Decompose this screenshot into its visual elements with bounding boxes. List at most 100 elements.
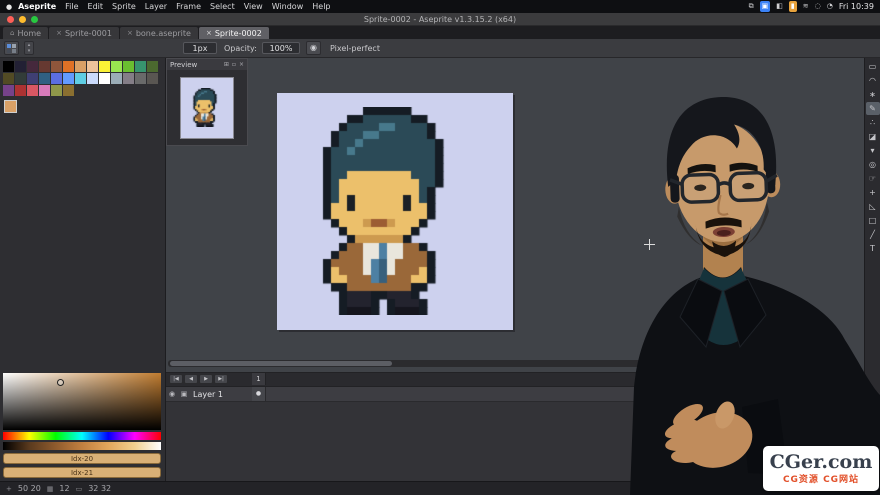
color-marker[interactable]: [57, 379, 64, 386]
palette-swatch[interactable]: [51, 61, 62, 72]
palette-swatch[interactable]: [135, 61, 146, 72]
tab-close-icon[interactable]: ×: [56, 29, 62, 37]
tool-lasso[interactable]: ◠: [866, 74, 880, 87]
palette-swatch[interactable]: [99, 73, 110, 84]
window-titlebar[interactable]: Sprite-0002 - Aseprite v1.3.15.2 (x64): [0, 13, 880, 26]
palette-swatch[interactable]: [27, 85, 38, 96]
spin-down-icon[interactable]: ▾: [25, 48, 33, 54]
menu-item-window[interactable]: Window: [272, 0, 304, 13]
search-icon[interactable]: ◌: [815, 1, 821, 12]
palette-swatch[interactable]: [135, 73, 146, 84]
brush-size-field[interactable]: 1px: [183, 42, 217, 54]
fg-color-bar[interactable]: Idx-20: [3, 453, 161, 464]
palette-swatch[interactable]: [3, 61, 14, 72]
preview-button[interactable]: ▫: [232, 61, 236, 68]
palette-swatch[interactable]: [3, 85, 14, 96]
palette-swatch[interactable]: [51, 73, 62, 84]
color-spinner[interactable]: ▴ ▾: [24, 41, 34, 55]
foreground-color-swatch[interactable]: [4, 100, 17, 113]
wifi-icon[interactable]: ≋: [803, 1, 809, 12]
tool-rectangle[interactable]: □: [866, 214, 880, 227]
horizontal-scrollbar[interactable]: [168, 360, 846, 367]
display-icon[interactable]: ⧉: [749, 1, 754, 12]
sprite-canvas[interactable]: [277, 93, 513, 330]
timeline-nav-button[interactable]: ◀: [184, 374, 198, 384]
menu-item-select[interactable]: Select: [210, 0, 235, 13]
palette-swatch[interactable]: [39, 61, 50, 72]
home-icon[interactable]: ⌂: [10, 29, 14, 37]
ink-type-button[interactable]: ◉: [306, 41, 321, 55]
control-center-icon[interactable]: ◔: [827, 1, 833, 12]
palette-swatch[interactable]: [63, 61, 74, 72]
preview-header[interactable]: Preview ⊞▫×: [167, 59, 247, 70]
palette-swatch[interactable]: [39, 85, 50, 96]
close-window-button[interactable]: [7, 16, 14, 23]
tab-close-icon[interactable]: ×: [206, 29, 212, 37]
layer-lock-icon[interactable]: ▣: [178, 390, 190, 398]
bg-color-bar[interactable]: Idx-21: [3, 467, 161, 478]
cel-indicator[interactable]: ●: [252, 387, 266, 401]
menu-item-frame[interactable]: Frame: [176, 0, 201, 13]
menu-item-view[interactable]: View: [244, 0, 263, 13]
palette-swatch[interactable]: [27, 61, 38, 72]
tool-pencil[interactable]: ✎: [866, 102, 880, 115]
palette-swatch[interactable]: [111, 73, 122, 84]
apple-menu-icon[interactable]: ●: [6, 3, 12, 11]
palette-swatch[interactable]: [75, 61, 86, 72]
scrollbar-thumb[interactable]: [170, 361, 392, 366]
palette-swatch[interactable]: [51, 85, 62, 96]
palette-swatch[interactable]: [15, 73, 26, 84]
tab-bone-aseprite[interactable]: ×bone.aseprite: [120, 27, 198, 39]
tool-marquee[interactable]: ▭: [866, 60, 880, 73]
input-method-icon[interactable]: ◧: [776, 1, 783, 12]
palette-swatch[interactable]: [87, 61, 98, 72]
tool-line[interactable]: ╱: [866, 228, 880, 241]
minimize-window-button[interactable]: [19, 16, 26, 23]
layer-visibility-icon[interactable]: ◉: [166, 390, 178, 398]
editor-area[interactable]: Preview ⊞▫× |◀◀▶▶| 1 ◉ ▣ Layer 1 ●: [166, 58, 880, 481]
menu-item-aseprite[interactable]: Aseprite: [18, 0, 56, 13]
palette-swatch[interactable]: [3, 73, 14, 84]
frame-number-cell[interactable]: 1: [252, 373, 266, 385]
palette-swatch[interactable]: [99, 61, 110, 72]
palette-swatch[interactable]: [111, 61, 122, 72]
hue-slider[interactable]: [3, 432, 161, 440]
shade-strip[interactable]: [3, 442, 161, 450]
tool-magic-wand[interactable]: ∗: [866, 88, 880, 101]
layer-name[interactable]: Layer 1: [193, 390, 223, 399]
zoom-window-button[interactable]: [31, 16, 38, 23]
tool-text[interactable]: T: [866, 242, 880, 255]
tool-slice[interactable]: ◺: [866, 200, 880, 213]
saturation-value-box[interactable]: [3, 373, 161, 430]
palette-swatch[interactable]: [147, 73, 158, 84]
palette-swatch[interactable]: [27, 73, 38, 84]
menu-item-help[interactable]: Help: [312, 0, 330, 13]
timeline-nav-button[interactable]: ▶: [199, 374, 213, 384]
palette-swatch[interactable]: [15, 85, 26, 96]
palette-swatch[interactable]: [39, 73, 50, 84]
battery-icon[interactable]: ▮: [789, 1, 797, 12]
layer-row[interactable]: ◉ ▣ Layer 1 ●: [166, 387, 864, 402]
tab-sprite-0002[interactable]: ×Sprite-0002: [199, 27, 269, 39]
palette-swatch[interactable]: [63, 85, 74, 96]
palette-swatch[interactable]: [87, 73, 98, 84]
palette-swatch[interactable]: [63, 73, 74, 84]
palette-swatch[interactable]: [123, 73, 134, 84]
menu-item-file[interactable]: File: [65, 0, 78, 13]
tab-home[interactable]: ⌂Home: [3, 27, 48, 39]
timeline-nav-button[interactable]: |◀: [169, 374, 183, 384]
recording-icon[interactable]: ▣: [760, 1, 771, 12]
tab-sprite-0001[interactable]: ×Sprite-0001: [49, 27, 119, 39]
opacity-field[interactable]: 100%: [262, 42, 300, 54]
tool-hand[interactable]: ☞: [866, 172, 880, 185]
tool-eraser[interactable]: ◪: [866, 130, 880, 143]
tool-spray[interactable]: ∴: [866, 116, 880, 129]
preview-button[interactable]: ⊞: [224, 61, 229, 68]
menu-item-edit[interactable]: Edit: [88, 0, 104, 13]
palette-swatch[interactable]: [123, 61, 134, 72]
tool-move[interactable]: +: [866, 186, 880, 199]
menu-item-layer[interactable]: Layer: [145, 0, 167, 13]
palette-toggle-button[interactable]: [4, 41, 19, 55]
tool-eyedropper[interactable]: ▾: [866, 144, 880, 157]
palette-swatch[interactable]: [147, 61, 158, 72]
